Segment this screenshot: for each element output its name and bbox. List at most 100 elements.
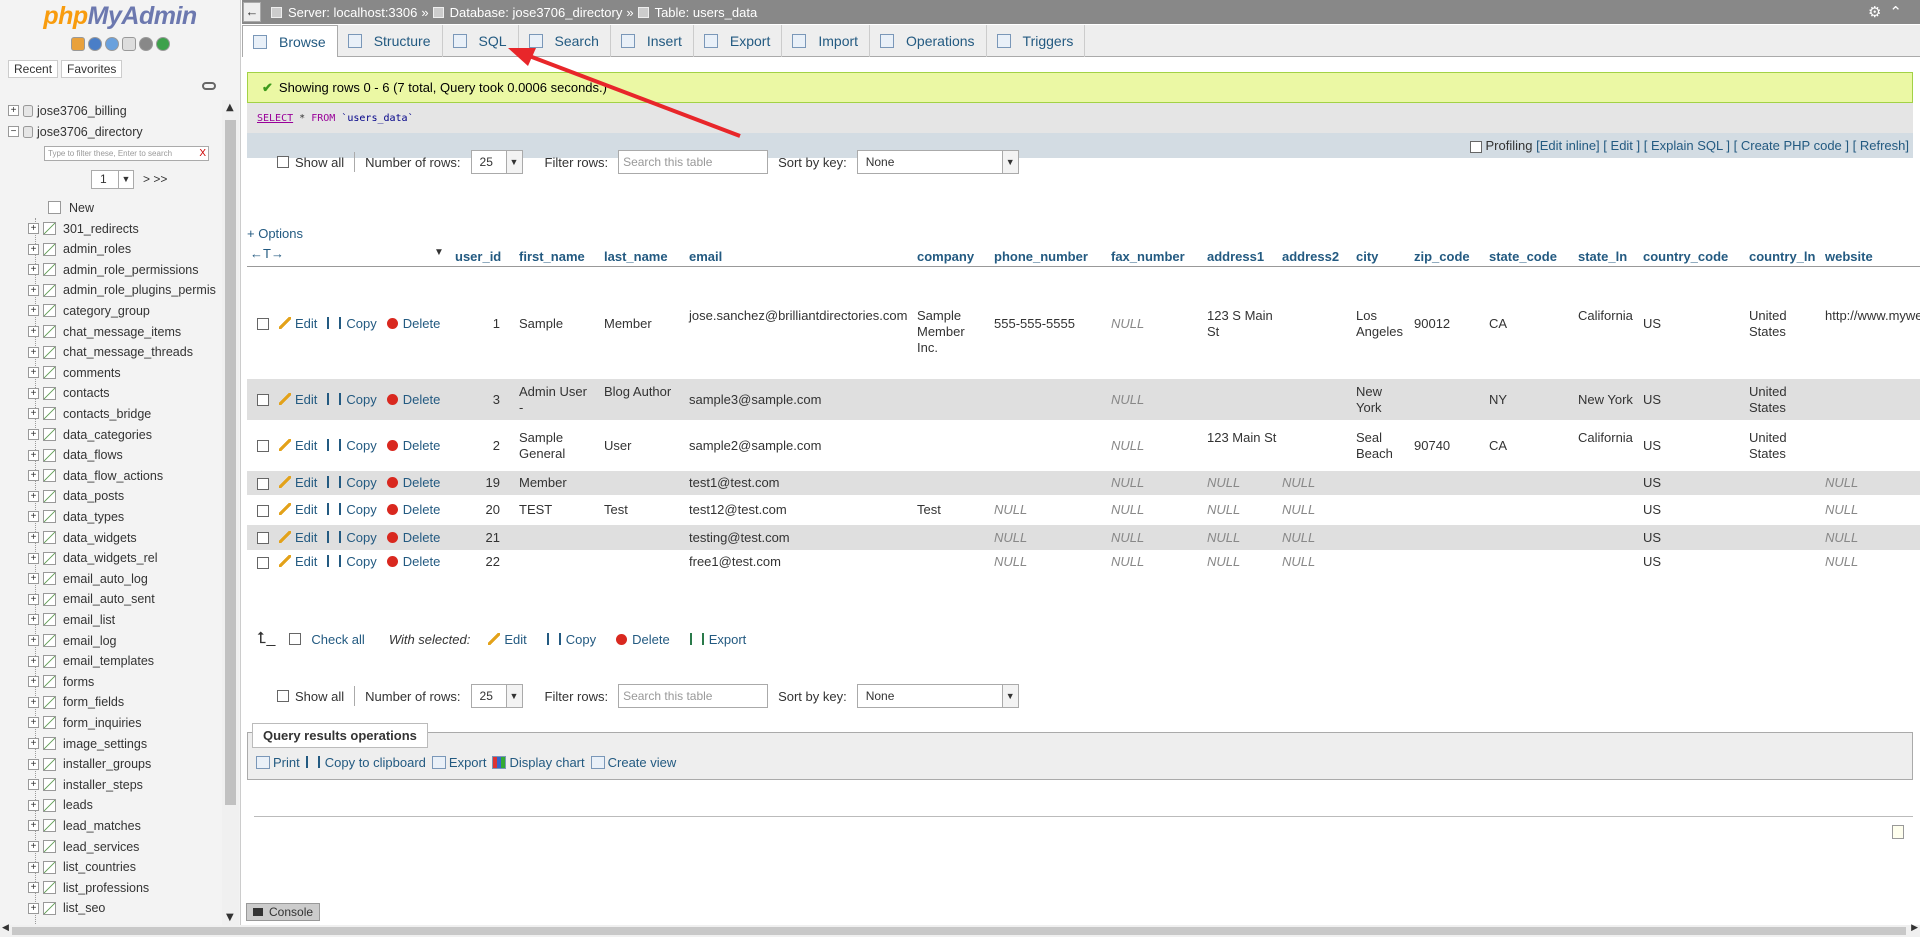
expand-icon[interactable]: + <box>28 614 39 626</box>
page-next-links[interactable]: > >> <box>143 172 167 186</box>
cell-company[interactable]: Test <box>917 502 987 518</box>
cell-address1[interactable]: NULL <box>1207 475 1277 491</box>
cell-fax_number[interactable]: NULL <box>1111 475 1183 491</box>
row-delete-button[interactable]: Delete <box>403 502 441 517</box>
cell-email[interactable]: free1@test.com <box>689 554 914 570</box>
filter-rows-input[interactable]: Search this table <box>618 684 769 708</box>
cell-phone_number[interactable]: NULL <box>994 554 1084 570</box>
table-label[interactable]: category_group <box>63 304 150 318</box>
cell-fax_number[interactable]: NULL <box>1111 502 1183 518</box>
expand-icon[interactable]: + <box>28 573 39 585</box>
cell-user_id[interactable]: 19 <box>445 475 500 491</box>
expand-icon[interactable]: + <box>28 738 39 749</box>
cell-country_code[interactable]: US <box>1643 392 1743 408</box>
expand-icon[interactable]: + <box>28 243 39 255</box>
table-label[interactable]: 301_redirects <box>63 222 139 236</box>
table-label[interactable]: list_countries <box>63 860 136 874</box>
table-label[interactable]: email_templates <box>63 654 154 668</box>
rows-select[interactable]: 25 ▼ <box>470 150 523 174</box>
cell-address2[interactable]: NULL <box>1282 502 1337 518</box>
sidebar-table-item[interactable]: +301_redirects <box>28 220 139 237</box>
reload-icon[interactable] <box>155 37 170 51</box>
cell-last_name[interactable]: Member <box>604 316 674 332</box>
print-link[interactable]: Print <box>256 755 300 770</box>
db-item-billing[interactable]: + jose3706_billing <box>8 102 127 119</box>
sidebar-table-item[interactable]: + email_list <box>28 611 115 628</box>
row-copy-button[interactable]: Copy <box>346 392 376 407</box>
cell-address1[interactable]: NULL <box>1207 554 1277 570</box>
refresh-link[interactable]: [ Refresh] <box>1853 138 1909 153</box>
cell-fax_number[interactable]: NULL <box>1111 392 1183 408</box>
table-label[interactable]: email_log <box>63 634 117 648</box>
tab-label[interactable]: SQL <box>479 33 507 49</box>
row-delete-button[interactable]: Delete <box>403 438 441 453</box>
expand-icon[interactable]: + <box>28 284 39 296</box>
table-label[interactable]: email_auto_sent <box>63 592 155 606</box>
column-header-country_ln[interactable]: country_ln <box>1749 249 1815 264</box>
sidebar-table-item[interactable]: + email_auto_sent <box>28 591 155 608</box>
cell-zip_code[interactable]: 90012 <box>1414 316 1474 332</box>
cell-user_id[interactable]: 21 <box>445 530 500 546</box>
table-label[interactable]: data_posts <box>63 489 124 503</box>
column-header-company[interactable]: company <box>917 249 974 264</box>
db-label[interactable]: jose3706_directory <box>37 125 143 139</box>
column-header-email[interactable]: email <box>689 249 722 264</box>
scroll-right-icon[interactable]: ▶ <box>1911 923 1918 933</box>
tab-triggers[interactable]: Triggers <box>987 25 1086 57</box>
cell-address2[interactable]: NULL <box>1282 554 1337 570</box>
table-label[interactable]: image_settings <box>63 737 147 751</box>
expand-icon[interactable]: + <box>28 655 39 667</box>
clear-filter-icon[interactable]: X <box>199 147 206 160</box>
cell-city[interactable]: Los Angeles <box>1356 308 1406 340</box>
explain-sql-link[interactable]: [ Explain SQL ] <box>1644 138 1730 153</box>
sidebar-table-item[interactable]: + data_flow_actions <box>28 467 163 484</box>
table-label[interactable]: lead_services <box>63 840 139 854</box>
tab-label[interactable]: Triggers <box>1023 33 1074 49</box>
tab-label[interactable]: Insert <box>647 33 682 49</box>
tab-import[interactable]: Import <box>782 25 871 57</box>
expand-icon[interactable]: + <box>28 882 39 894</box>
expand-icon[interactable]: + <box>28 408 39 420</box>
cell-website[interactable]: NULL <box>1825 502 1920 518</box>
edit-inline-link[interactable]: [Edit inline] <box>1536 138 1600 153</box>
help-icon[interactable] <box>104 37 119 51</box>
cell-state_code[interactable]: CA <box>1489 438 1574 454</box>
column-header-last_name[interactable]: last_name <box>604 249 668 264</box>
collapse-icon[interactable]: ⌃ <box>1889 4 1910 21</box>
cell-last_name[interactable]: Test <box>604 502 674 518</box>
row-edit-button[interactable]: Edit <box>295 502 317 517</box>
tab-search[interactable]: Search <box>519 25 611 57</box>
column-header-address2[interactable]: address2 <box>1282 249 1339 264</box>
cell-first_name[interactable]: Sample General <box>519 430 587 462</box>
cell-user_id[interactable]: 1 <box>445 316 500 332</box>
cell-address1[interactable]: 123 S Main St <box>1207 308 1277 340</box>
row-checkbox[interactable] <box>257 394 269 407</box>
new-label[interactable]: New <box>69 201 94 215</box>
expand-icon[interactable]: + <box>28 532 39 543</box>
table-label[interactable]: form_inquiries <box>63 716 142 730</box>
sidebar-table-item[interactable]: + list_seo <box>28 900 105 917</box>
display-chart-link[interactable]: Display chart <box>492 755 585 770</box>
sidebar-table-item[interactable]: + list_countries <box>28 859 136 876</box>
table-label[interactable]: email_list <box>63 613 115 627</box>
create-view-label[interactable]: Create view <box>608 755 677 770</box>
table-label[interactable]: chat_message_threads <box>63 345 193 359</box>
notepad-icon[interactable] <box>1892 825 1904 839</box>
cell-company[interactable]: Sample Member Inc. <box>917 308 987 356</box>
tab-structure[interactable]: Structure <box>338 25 443 57</box>
check-all-label[interactable]: Check all <box>311 632 364 647</box>
expand-icon[interactable]: + <box>28 326 39 337</box>
row-delete-button[interactable]: Delete <box>403 316 441 331</box>
cell-last_name[interactable]: User <box>604 438 674 454</box>
cell-email[interactable]: test1@test.com <box>689 475 914 491</box>
expand-icon[interactable]: + <box>28 552 39 564</box>
cell-fax_number[interactable]: NULL <box>1111 554 1183 570</box>
cell-user_id[interactable]: 20 <box>445 502 500 518</box>
column-header-country_code[interactable]: country_code <box>1643 249 1728 264</box>
cell-state_ln[interactable]: California <box>1578 430 1638 446</box>
tab-export[interactable]: Export <box>694 25 783 57</box>
sidebar-table-item[interactable]: + admin_roles <box>28 241 131 258</box>
table-label[interactable]: list_seo <box>63 901 105 915</box>
expand-icon[interactable]: + <box>28 841 39 852</box>
column-header-state_code[interactable]: state_code <box>1489 249 1557 264</box>
